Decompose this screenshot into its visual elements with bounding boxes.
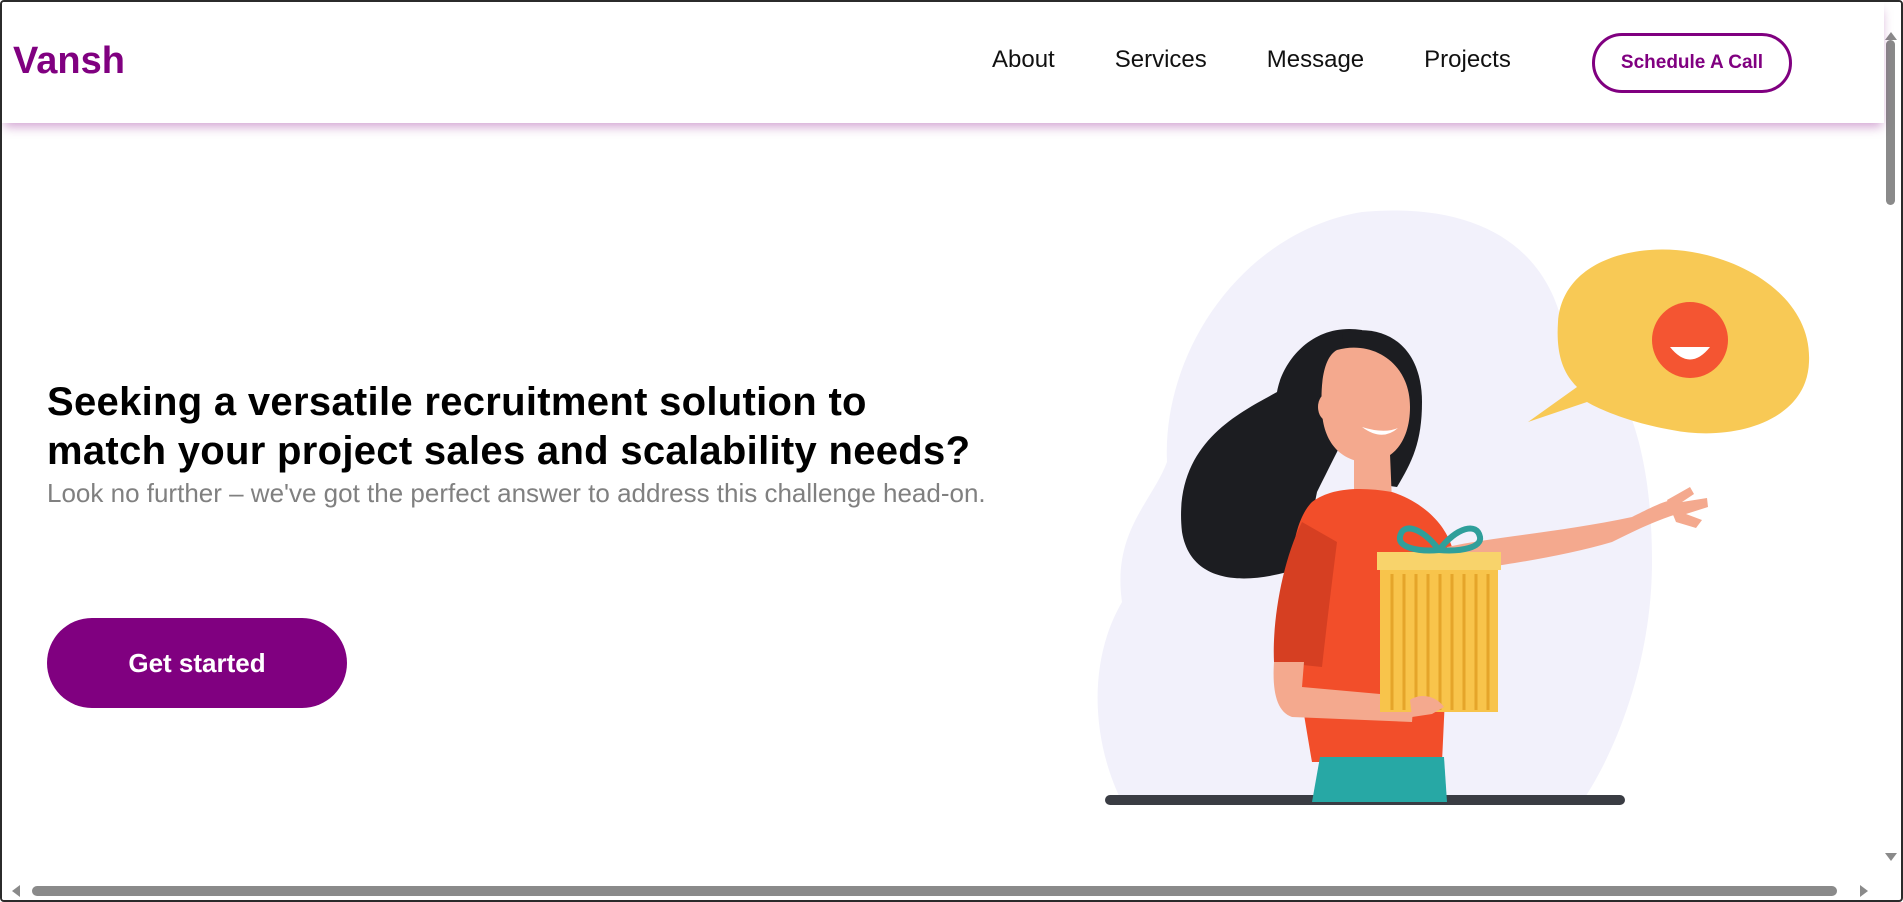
nav-link-message[interactable]: Message <box>1267 46 1364 74</box>
hero-title: Seeking a versatile recruitment solution… <box>47 378 1047 476</box>
horizontal-scroll-thumb[interactable] <box>32 886 1837 896</box>
schedule-call-button[interactable]: Schedule A Call <box>1592 33 1792 93</box>
horizontal-scrollbar[interactable] <box>2 880 1884 900</box>
browser-viewport: Vansh About Services Message Projects Sc… <box>0 0 1903 902</box>
vertical-scrollbar[interactable] <box>1880 2 1901 882</box>
navbar: Vansh About Services Message Projects Sc… <box>2 2 1884 123</box>
hero-title-line-2: match your project sales and scalability… <box>47 429 971 473</box>
vertical-scroll-thumb[interactable] <box>1886 40 1895 205</box>
scroll-left-arrow-icon[interactable] <box>12 885 20 897</box>
hero-subtitle: Look no further – we've got the perfect … <box>47 478 986 508</box>
scroll-right-arrow-icon[interactable] <box>1860 885 1868 897</box>
get-started-button[interactable]: Get started <box>47 618 347 708</box>
nav-link-projects[interactable]: Projects <box>1424 46 1511 74</box>
brand-logo[interactable]: Vansh <box>13 40 125 83</box>
scroll-up-arrow-icon[interactable] <box>1885 32 1897 40</box>
nav-links: About Services Message Projects <box>992 46 1511 74</box>
woman-with-gift-illustration-icon <box>1097 210 1810 805</box>
hero-title-line-1: Seeking a versatile recruitment solution… <box>47 380 867 424</box>
nav-link-about[interactable]: About <box>992 46 1055 74</box>
nav-link-services[interactable]: Services <box>1115 46 1207 74</box>
scroll-down-arrow-icon[interactable] <box>1885 853 1897 861</box>
